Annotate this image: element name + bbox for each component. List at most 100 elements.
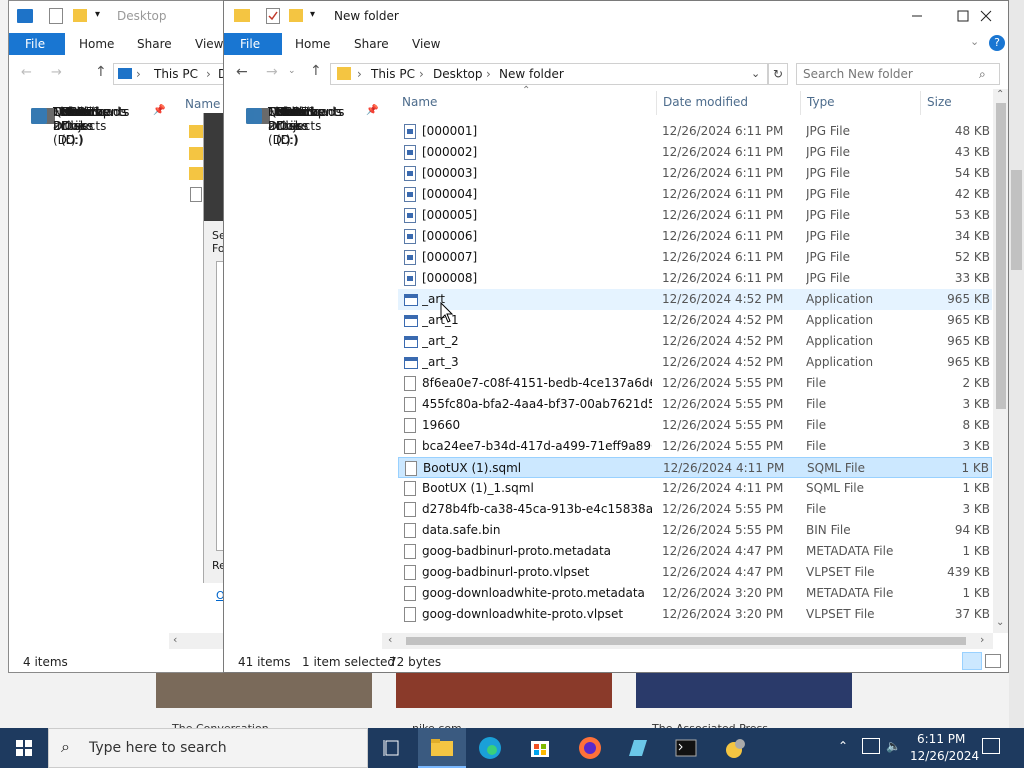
tab-home[interactable]: Home (295, 33, 330, 55)
tab-view[interactable]: View (412, 33, 440, 55)
file-row[interactable]: BootUX (1).sqml 12/26/2024 4:11 PM SQML Fi… (398, 457, 992, 478)
up-button[interactable]: ↑ (310, 63, 322, 79)
pin-icon[interactable]: 📌 (366, 105, 378, 116)
forward-button[interactable]: → (51, 65, 62, 80)
file-row[interactable]: goog-badbinurl-proto.vlpset 12/26/2024 4:… (398, 562, 992, 583)
file-row[interactable]: [000005] 12/26/2024 6:11 PM JPG File 53 KB (398, 205, 992, 226)
background-scroll-thumb[interactable] (1011, 170, 1022, 270)
column-header-size[interactable]: Size (927, 95, 952, 113)
search-icon[interactable]: ⌕ (979, 64, 986, 84)
scroll-thumb[interactable] (406, 637, 966, 645)
column-header-date[interactable]: Date modified (663, 95, 748, 113)
properties-icon[interactable] (266, 8, 280, 24)
file-row-partial[interactable] (398, 625, 992, 632)
column-header-name[interactable]: Name (185, 97, 220, 111)
firefox-icon[interactable] (566, 728, 614, 768)
breadcrumb-new-folder[interactable]: New folder (499, 64, 564, 84)
scroll-right-icon[interactable]: › (980, 633, 984, 646)
tab-share[interactable]: Share (354, 33, 389, 55)
refresh-button[interactable]: ↻ (768, 63, 788, 85)
tab-view[interactable]: View (195, 33, 223, 55)
address-bar[interactable]: › This PC › Desktop › New folder ⌄ (330, 63, 768, 85)
file-row[interactable]: _art 12/26/2024 4:52 PM Application 965 KB (398, 289, 992, 310)
clock-date[interactable]: 12/26/2024 (910, 749, 979, 763)
file-row[interactable]: [000003] 12/26/2024 6:11 PM JPG File 54 KB (398, 163, 992, 184)
minimize-button[interactable] (894, 1, 940, 31)
column-divider[interactable] (800, 91, 801, 115)
title-bar[interactable]: ▾ New folder (224, 1, 1008, 33)
breadcrumb-this-pc[interactable]: This PC (371, 64, 415, 84)
tab-file[interactable]: File (224, 33, 282, 55)
scroll-left-icon[interactable]: ‹ (173, 633, 177, 646)
file-row[interactable]: [000008] 12/26/2024 6:11 PM JPG File 33 KB (398, 268, 992, 289)
file-row[interactable]: [000006] 12/26/2024 6:11 PM JPG File 34 KB (398, 226, 992, 247)
store-icon[interactable] (516, 728, 564, 768)
column-header-name[interactable]: Name (402, 95, 437, 113)
scroll-thumb[interactable] (996, 103, 1006, 409)
title-bar[interactable]: ▾ Desktop (9, 1, 247, 33)
dropdown-icon[interactable]: ▾ (310, 9, 315, 20)
expand-ribbon-icon[interactable]: ⌄ (970, 35, 979, 48)
notepad-icon[interactable] (614, 728, 662, 768)
file-row[interactable]: [000001] 12/26/2024 6:11 PM JPG File 48 KB (398, 121, 992, 142)
help-icon[interactable]: ? (989, 35, 1005, 51)
start-button[interactable] (0, 728, 48, 768)
file-row[interactable]: [000002] 12/26/2024 6:11 PM JPG File 43 KB (398, 142, 992, 163)
tab-file[interactable]: File (9, 33, 65, 55)
recent-locations-icon[interactable]: ⌄ (288, 66, 296, 76)
new-folder-icon[interactable] (289, 9, 303, 22)
details-view-icon[interactable] (962, 652, 982, 670)
notification-icon[interactable] (982, 738, 1000, 754)
file-row[interactable]: _art_1 12/26/2024 4:52 PM Application 965 K… (398, 310, 992, 331)
vertical-scrollbar[interactable]: ⌃ ⌄ (993, 89, 1008, 633)
file-row[interactable]: bca24ee7-b34d-417d-a499-71eff9a896ec 12/2… (398, 436, 992, 457)
file-row[interactable]: 19660 12/26/2024 5:55 PM File 8 KB (398, 415, 992, 436)
network-status-icon[interactable] (862, 738, 880, 754)
breadcrumb-this-pc[interactable]: This PC (154, 64, 198, 84)
taskbar-search-box[interactable]: ⌕ Type here to search (48, 728, 368, 768)
terminal-icon[interactable] (662, 728, 710, 768)
horizontal-scrollbar[interactable]: ‹ › (382, 633, 993, 649)
large-icons-view-icon[interactable] (985, 654, 1001, 668)
tab-share[interactable]: Share (137, 33, 172, 55)
file-explorer-icon[interactable] (418, 728, 466, 768)
up-button[interactable]: ↑ (95, 64, 107, 80)
file-row[interactable]: 455fc80a-bfa2-4aa4-bf37-00ab7621d59a 12/2… (398, 394, 992, 415)
properties-icon[interactable] (49, 8, 63, 24)
task-view-icon[interactable] (368, 728, 416, 768)
scroll-left-icon[interactable]: ‹ (388, 633, 392, 646)
forward-button[interactable]: → (266, 64, 278, 80)
column-divider[interactable] (656, 91, 657, 115)
edge-icon[interactable] (466, 728, 514, 768)
search-box[interactable]: Search New folder ⌕ (796, 63, 1000, 85)
file-row[interactable]: goog-badbinurl-proto.metadata 12/26/2024 … (398, 541, 992, 562)
new-folder-icon[interactable] (73, 9, 87, 22)
file-row[interactable]: _art_2 12/26/2024 4:52 PM Application 965 K… (398, 331, 992, 352)
back-button[interactable]: ← (236, 64, 248, 80)
file-row[interactable]: 8f6ea0e7-c08f-4151-bedb-4ce137a6d683 12/2… (398, 373, 992, 394)
tab-home[interactable]: Home (79, 33, 114, 55)
volume-muted-icon[interactable]: 🔈 (886, 739, 901, 753)
app-icon[interactable] (712, 728, 760, 768)
file-row[interactable]: d278b4fb-ca38-45ca-913b-e4c15838abd7 12/2… (398, 499, 992, 520)
column-header-type[interactable]: Type (807, 95, 835, 113)
file-row[interactable]: [000004] 12/26/2024 6:11 PM JPG File 42 KB (398, 184, 992, 205)
back-button[interactable]: ← (21, 65, 32, 80)
file-row[interactable]: goog-downloadwhite-proto.metadata 12/26/2… (398, 583, 992, 604)
show-hidden-icons[interactable]: ⌃ (838, 739, 848, 753)
file-row[interactable]: BootUX (1)_1.sqml 12/26/2024 4:11 PM SQML … (398, 478, 992, 499)
background-scrollbar[interactable] (1009, 0, 1024, 728)
file-row[interactable]: goog-downloadwhite-proto.vlpset 12/26/202… (398, 604, 992, 625)
scroll-up-icon[interactable]: ⌃ (996, 89, 1004, 100)
file-row[interactable]: data.safe.bin 12/26/2024 5:55 PM BIN File 9… (398, 520, 992, 541)
scroll-down-icon[interactable]: ⌄ (996, 617, 1004, 628)
clock-time[interactable]: 6:11 PM (917, 732, 965, 746)
close-button[interactable] (964, 1, 1008, 31)
pin-icon[interactable]: 📌 (153, 105, 165, 116)
dropdown-icon[interactable]: ▾ (95, 9, 100, 20)
file-row[interactable]: _art_3 12/26/2024 4:52 PM Application 965 K… (398, 352, 992, 373)
address-dropdown-icon[interactable]: ⌄ (751, 64, 760, 84)
column-divider[interactable] (920, 91, 921, 115)
file-row[interactable]: [000007] 12/26/2024 6:11 PM JPG File 52 KB (398, 247, 992, 268)
breadcrumb-desktop[interactable]: Desktop (433, 64, 483, 84)
